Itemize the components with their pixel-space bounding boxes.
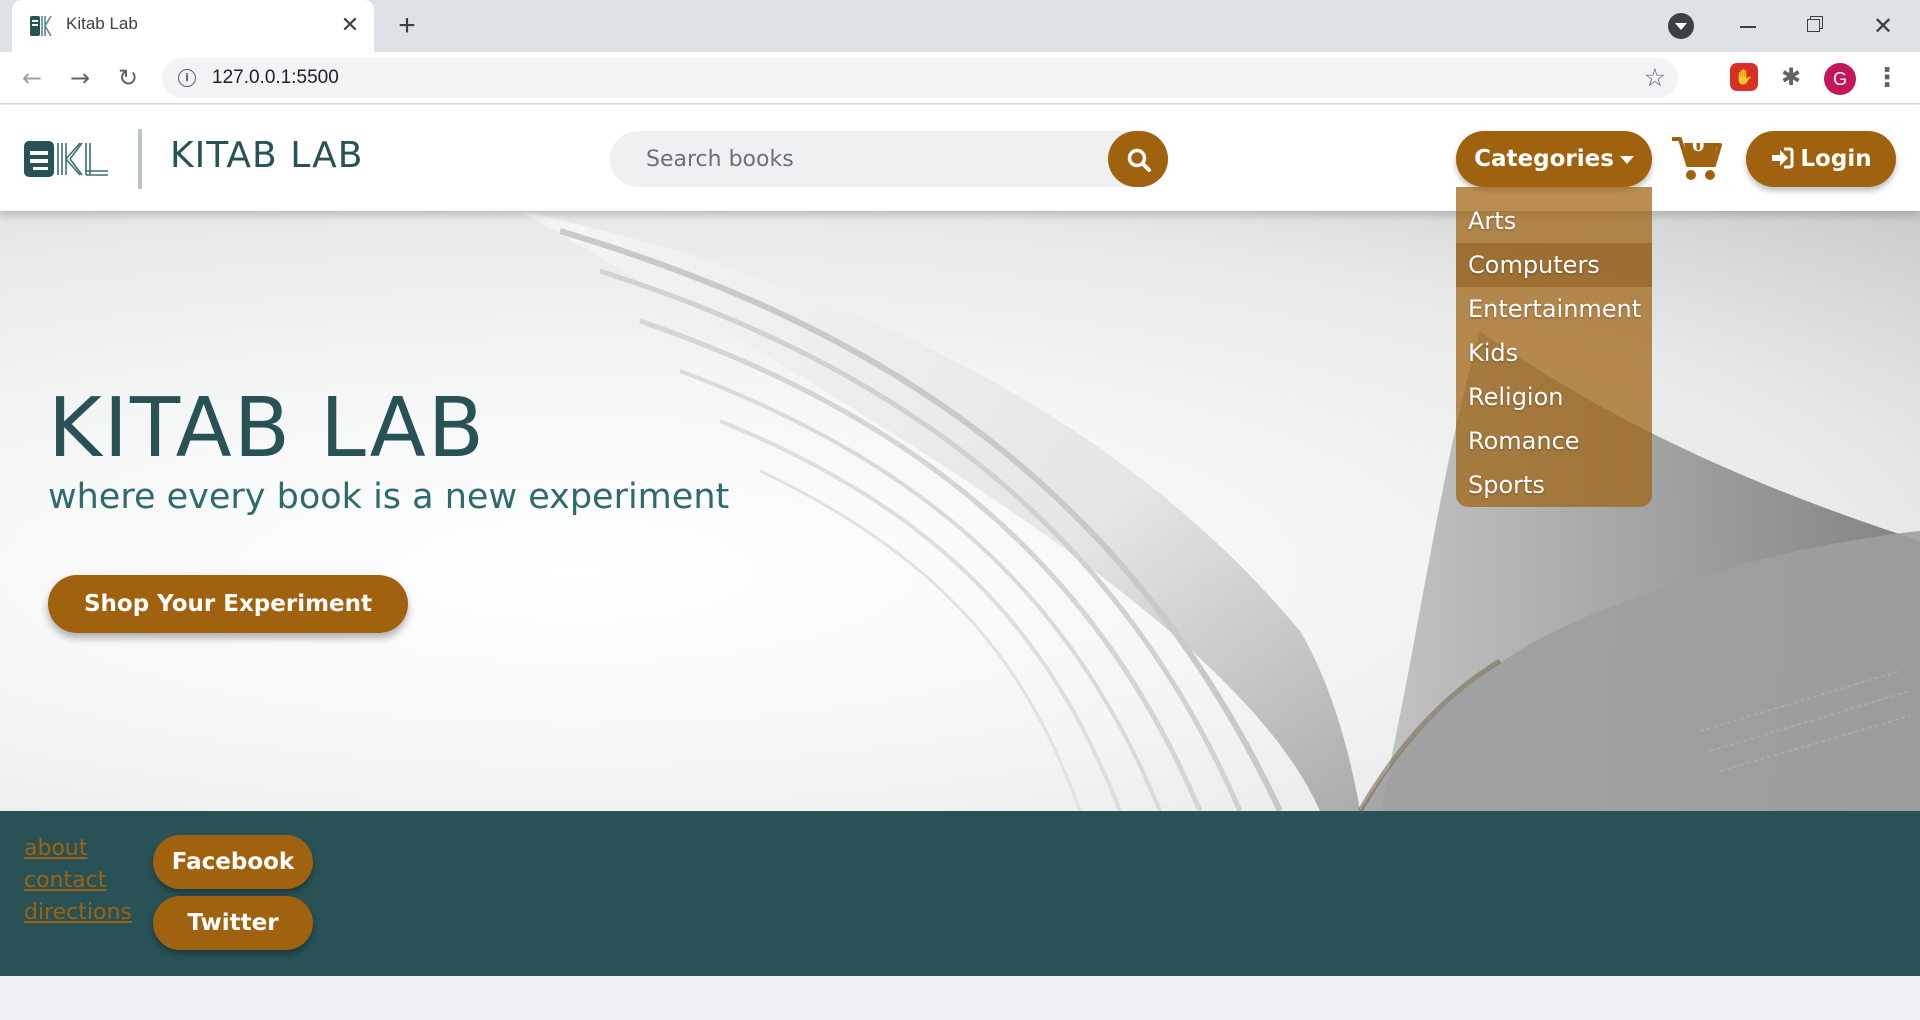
reload-icon[interactable]: ↻ [111, 61, 145, 95]
avatar[interactable]: G [1824, 63, 1856, 95]
tab-search-icon[interactable] [1668, 13, 1694, 39]
search-bar [610, 131, 1168, 187]
search-button[interactable] [1108, 131, 1168, 187]
cart-count: 0 [1692, 135, 1705, 156]
page: KITAB LAB Categories 0 [0, 105, 1920, 1020]
browser-toolbar: ← → ↻ i 127.0.0.1:5500 ☆ [0, 52, 1920, 104]
browser-tabstrip: Kitab Lab ✕ + ✕ [0, 0, 1920, 52]
category-kids[interactable]: Kids [1456, 331, 1652, 375]
site-favicon-icon [30, 15, 52, 37]
sign-in-icon [1772, 147, 1794, 169]
login-button[interactable]: Login [1746, 131, 1896, 187]
category-romance[interactable]: Romance [1456, 419, 1652, 463]
twitter-button[interactable]: Twitter [153, 896, 313, 950]
search-icon [1127, 148, 1151, 172]
shop-your-experiment-button[interactable]: Shop Your Experiment [48, 575, 408, 633]
logo[interactable] [24, 139, 110, 179]
window-close-button[interactable]: ✕ [1856, 6, 1910, 46]
url-text[interactable]: 127.0.0.1:5500 [212, 67, 339, 89]
category-arts[interactable]: Arts [1456, 199, 1652, 243]
category-entertainment[interactable]: Entertainment [1456, 287, 1652, 331]
browser-tab[interactable]: Kitab Lab ✕ [12, 0, 374, 52]
tab-title: Kitab Lab [66, 14, 138, 33]
category-religion[interactable]: Religion [1456, 375, 1652, 419]
restore-button[interactable] [1787, 6, 1841, 46]
site-footer: about contact directions Facebook Twitte… [0, 811, 1920, 976]
login-label: Login [1800, 146, 1872, 172]
cart-button[interactable]: 0 [1670, 133, 1726, 185]
footer-links: about contact directions [24, 833, 132, 929]
new-tab-button[interactable]: + [390, 9, 424, 43]
search-input[interactable] [646, 131, 1086, 187]
minimize-button[interactable] [1721, 6, 1775, 46]
facebook-button[interactable]: Facebook [153, 835, 313, 889]
tab-close-icon[interactable]: ✕ [336, 12, 364, 40]
category-computers[interactable]: Computers [1456, 243, 1652, 287]
address-bar[interactable]: i 127.0.0.1:5500 ☆ [162, 58, 1678, 98]
puzzle-icon[interactable]: ✱ [1776, 62, 1806, 92]
contact-link[interactable]: contact [24, 865, 132, 897]
hero-title: KITAB LAB [48, 381, 487, 476]
brand-name[interactable]: KITAB LAB [170, 135, 363, 176]
directions-link[interactable]: directions [24, 897, 132, 929]
category-sports[interactable]: Sports [1456, 463, 1652, 507]
categories-dropdown: Arts Computers Entertainment Kids Religi… [1456, 187, 1652, 507]
categories-button[interactable]: Categories [1456, 131, 1652, 187]
logo-divider [138, 129, 142, 189]
categories-label: Categories [1474, 146, 1614, 172]
stop-extension-icon[interactable]: ✋ [1730, 63, 1758, 91]
caret-down-icon [1619, 155, 1634, 164]
hero-subtitle: where every book is a new experiment [48, 477, 730, 517]
star-icon[interactable]: ☆ [1644, 63, 1666, 92]
info-icon[interactable]: i [178, 69, 196, 87]
about-link[interactable]: about [24, 833, 132, 865]
kebab-icon[interactable]: ⋮ [1874, 62, 1900, 94]
back-icon[interactable]: ← [15, 61, 49, 95]
forward-icon[interactable]: → [63, 61, 97, 95]
